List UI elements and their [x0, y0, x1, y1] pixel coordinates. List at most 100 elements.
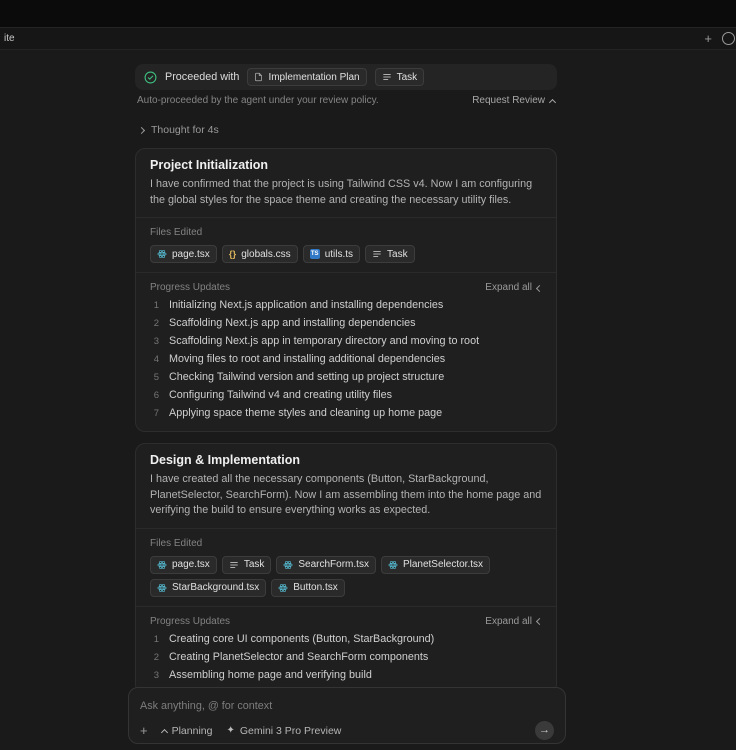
progress-updates-section: Progress Updates Expand all 1 Creating c…	[136, 605, 556, 693]
react-icon	[157, 583, 167, 593]
file-chip-label: StarBackground.tsx	[172, 582, 260, 594]
new-chat-icon[interactable]: +	[704, 32, 712, 45]
proceeded-label: Proceeded with	[165, 71, 240, 83]
update-number: 1	[153, 300, 159, 312]
chevron-left-icon	[535, 284, 544, 292]
chevron-up-icon	[160, 728, 168, 736]
model-label: Gemini 3 Pro Preview	[239, 724, 342, 737]
progress-updates-label: Progress Updates	[150, 615, 231, 627]
expand-all-button[interactable]: Expand all	[485, 615, 544, 627]
update-text: Creating PlanetSelector and SearchForm c…	[169, 650, 429, 663]
progress-update[interactable]: 5 Checking Tailwind version and setting …	[150, 368, 542, 386]
progress-update[interactable]: 7 Applying space theme styles and cleani…	[150, 404, 542, 422]
file-text-icon	[254, 72, 263, 82]
progress-update[interactable]: 4 Moving files to root and installing ad…	[150, 350, 542, 368]
react-icon	[157, 560, 167, 570]
file-chip-label: SearchForm.tsx	[298, 559, 369, 571]
card-title: Design & Implementation	[150, 453, 301, 467]
file-chip-label: page.tsx	[172, 248, 210, 260]
send-button[interactable]: →	[535, 721, 554, 740]
update-number: 2	[153, 651, 159, 663]
check-circle-icon	[144, 71, 157, 84]
progress-update[interactable]: 1 Creating core UI components (Button, S…	[150, 630, 542, 648]
progress-update[interactable]: 3 Scaffolding Next.js app in temporary d…	[150, 332, 542, 350]
attach-icon[interactable]: +	[140, 724, 148, 737]
file-chip[interactable]: page.tsx	[150, 555, 217, 574]
card-body: I have created all the necessary compone…	[150, 473, 542, 517]
arrow-icon: →	[539, 724, 550, 736]
file-chip[interactable]: TS utils.ts	[302, 245, 361, 264]
expand-all-label: Expand all	[485, 615, 532, 627]
list-icon	[382, 72, 392, 82]
request-review-label: Request Review	[472, 95, 545, 106]
proceeded-banner: Proceeded with Implementation Plan Task	[135, 64, 557, 90]
thought-toggle[interactable]: Thought for 4s	[135, 124, 557, 136]
window-titlebar	[0, 0, 736, 28]
list-icon	[372, 249, 382, 259]
file-chips: page.tsx {} globals.css TS utils.ts Task	[150, 245, 542, 264]
update-text: Initializing Next.js application and ins…	[169, 299, 444, 312]
chip-label: Implementation Plan	[268, 71, 360, 83]
chip-label: Task	[396, 71, 418, 83]
progress-updates-label: Progress Updates	[150, 282, 231, 294]
review-policy-row: Auto-proceeded by the agent under your r…	[135, 95, 557, 106]
list-icon	[229, 560, 239, 570]
expand-all-label: Expand all	[485, 282, 532, 294]
toolbar-actions: +	[704, 32, 735, 45]
file-chip-label: Task	[387, 248, 408, 260]
implementation-plan-chip[interactable]: Implementation Plan	[247, 68, 367, 86]
chevron-left-icon	[535, 618, 544, 626]
update-number: 2	[153, 318, 159, 330]
account-icon[interactable]	[722, 32, 735, 45]
tab-label-partial[interactable]: ite	[4, 33, 15, 44]
update-text: Checking Tailwind version and setting up…	[169, 371, 445, 384]
file-chip[interactable]: SearchForm.tsx	[276, 555, 376, 574]
card-summary-section: Project Initialization I have confirmed …	[136, 149, 556, 217]
task-chip[interactable]: Task	[365, 245, 415, 264]
progress-update[interactable]: 6 Configuring Tailwind v4 and creating u…	[150, 386, 542, 404]
progress-updates-section: Progress Updates Expand all 1 Initializi…	[136, 272, 556, 431]
update-text: Moving files to root and installing addi…	[169, 353, 446, 366]
file-chip[interactable]: page.tsx	[150, 245, 217, 264]
progress-update[interactable]: 2 Scaffolding Next.js app and installing…	[150, 314, 542, 332]
model-selector[interactable]: ✦ Gemini 3 Pro Preview	[226, 725, 341, 737]
update-text: Scaffolding Next.js app in temporary dir…	[169, 335, 480, 348]
mode-selector[interactable]: Planning	[160, 725, 212, 737]
file-chip[interactable]: PlanetSelector.tsx	[380, 555, 490, 574]
task-chip[interactable]: Task	[221, 555, 272, 574]
file-chip[interactable]: {} globals.css	[221, 245, 298, 264]
update-number: 3	[153, 669, 159, 681]
task-chip[interactable]: Task	[374, 68, 425, 86]
chat-input[interactable]	[140, 700, 554, 712]
update-number: 7	[153, 408, 159, 420]
chevron-up-icon	[548, 98, 557, 106]
request-review-button[interactable]: Request Review	[472, 95, 557, 106]
file-chips: page.tsx Task SearchForm.tsx PlanetSelec…	[150, 555, 542, 597]
update-text: Scaffolding Next.js app and installing d…	[169, 317, 416, 330]
progress-update[interactable]: 3 Assembling home page and verifying bui…	[150, 666, 542, 684]
card-title: Project Initialization	[150, 158, 269, 172]
thought-label: Thought for 4s	[151, 124, 219, 136]
progress-update[interactable]: 1 Initializing Next.js application and i…	[150, 296, 542, 314]
react-icon	[278, 583, 288, 593]
files-edited-section: Files Edited page.tsx {} globals.css TS …	[136, 217, 556, 272]
composer-controls: + Planning ✦ Gemini 3 Pro Preview →	[140, 721, 554, 740]
update-text: Configuring Tailwind v4 and creating uti…	[169, 389, 393, 402]
update-number: 6	[153, 390, 159, 402]
file-chip[interactable]: StarBackground.tsx	[150, 578, 267, 597]
progress-update[interactable]: 2 Creating PlanetSelector and SearchForm…	[150, 648, 542, 666]
file-chip-label: Task	[243, 559, 265, 571]
card-design-implementation: Design & Implementation I have created a…	[135, 443, 557, 694]
file-chip-label: PlanetSelector.tsx	[402, 559, 483, 571]
files-edited-label: Files Edited	[150, 227, 203, 239]
css-braces-icon: {}	[228, 248, 237, 260]
update-number: 5	[153, 372, 159, 384]
react-icon	[157, 249, 167, 259]
react-icon	[283, 560, 293, 570]
expand-all-button[interactable]: Expand all	[485, 282, 544, 294]
file-chip[interactable]: Button.tsx	[271, 578, 345, 597]
file-chip-label: Button.tsx	[293, 582, 338, 594]
file-chip-label: globals.css	[241, 248, 291, 260]
card-body: I have confirmed that the project is usi…	[150, 178, 533, 206]
files-edited-section: Files Edited page.tsx Task SearchForm.ts…	[136, 527, 556, 606]
